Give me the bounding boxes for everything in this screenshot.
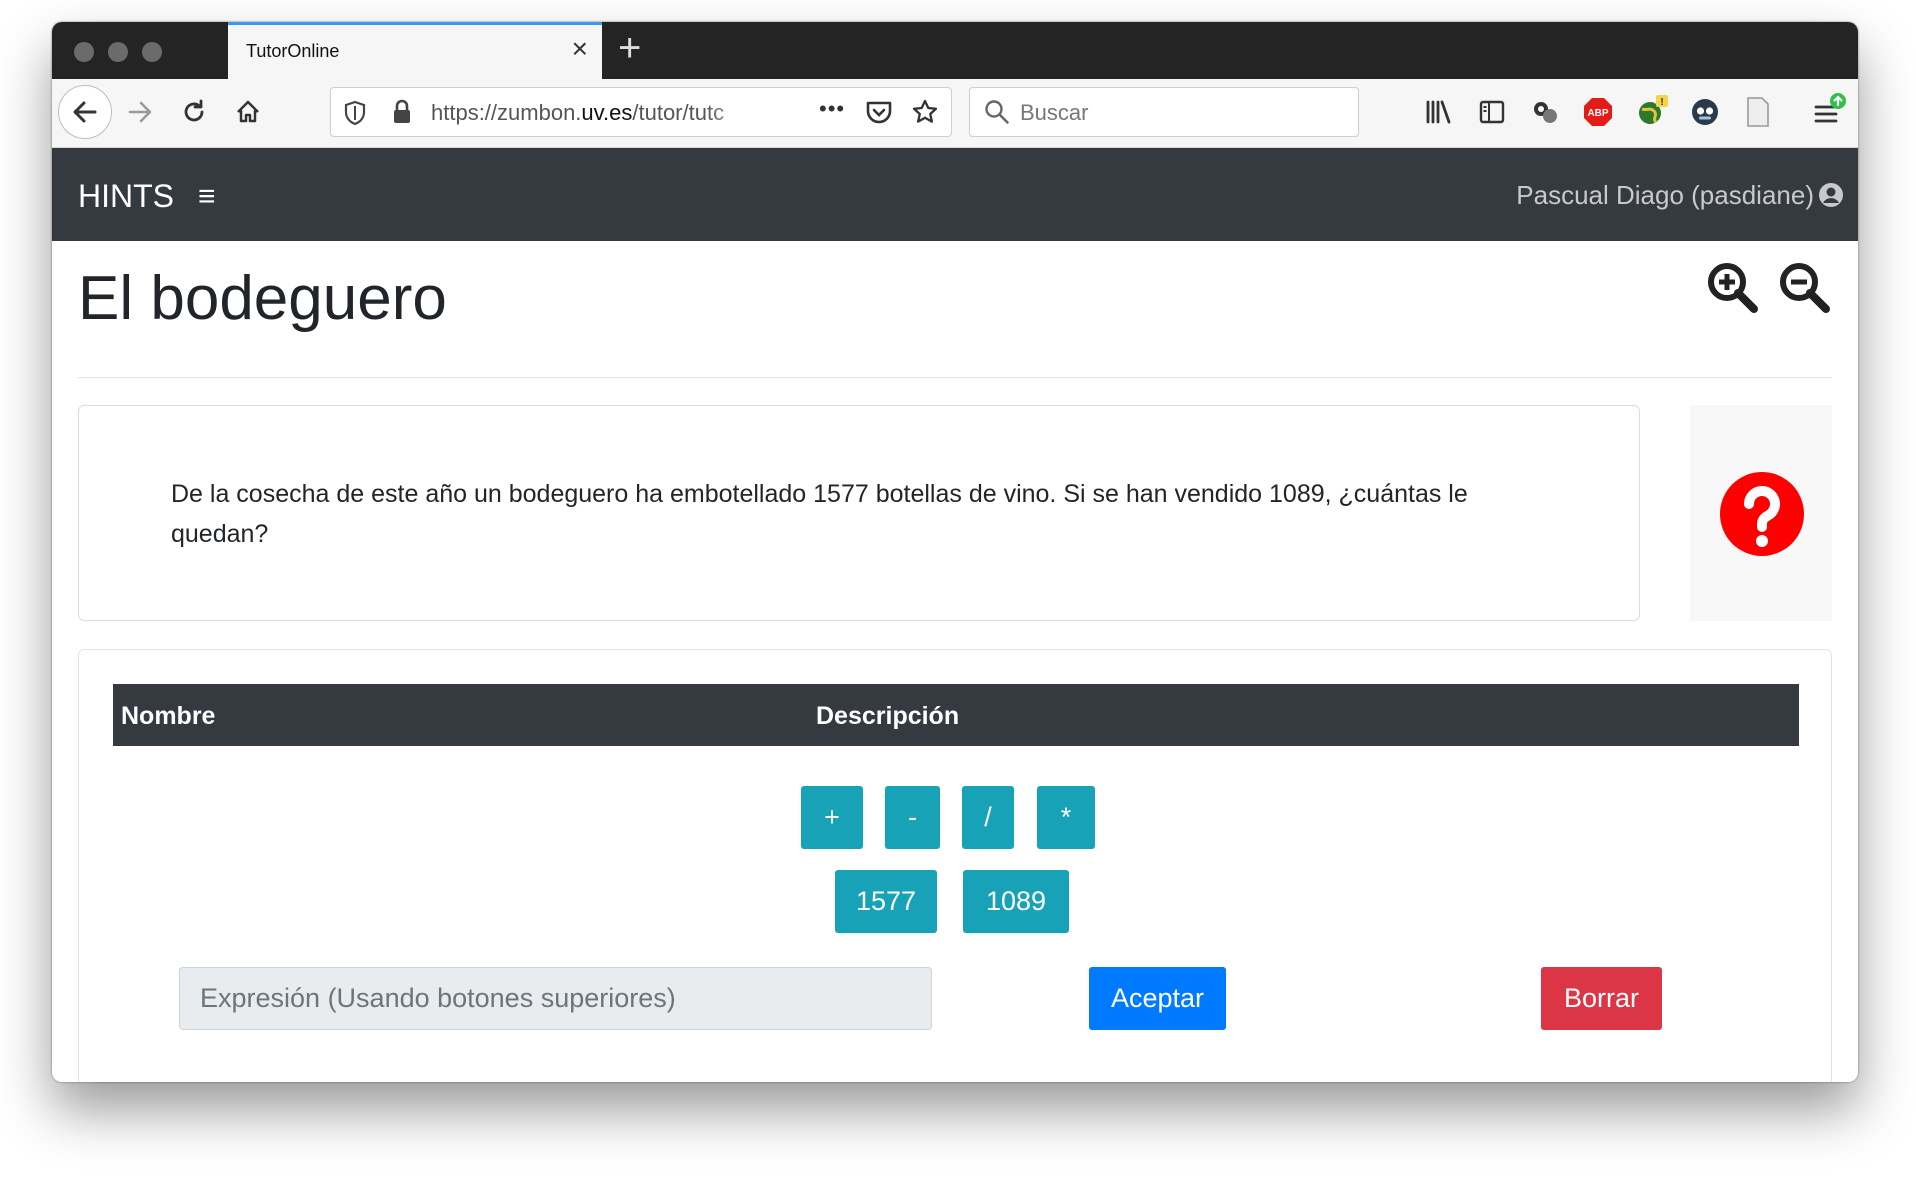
globe-extension-icon[interactable]: ! <box>1636 93 1670 127</box>
home-icon <box>237 100 259 123</box>
bookmark-star-icon[interactable] <box>911 98 939 126</box>
search-placeholder: Buscar <box>1020 100 1089 125</box>
shield-icon[interactable] <box>343 100 367 126</box>
library-icon[interactable] <box>1424 98 1454 126</box>
navigation-bar: https://zumbon.uv.es/tutor/tutc ••• Busc… <box>52 79 1858 148</box>
brand-logo[interactable]: HINTS <box>78 178 174 215</box>
search-icon <box>985 100 1009 124</box>
divider <box>78 377 1832 378</box>
window-close-dot[interactable] <box>74 42 94 62</box>
operator-minus-button[interactable]: - <box>885 786 940 849</box>
operator-divide-button[interactable]: / <box>962 786 1014 849</box>
reader-view-icon[interactable] <box>1744 96 1772 128</box>
user-name[interactable]: Pascual Diago (pasdiane) <box>1516 180 1814 211</box>
window-maximize-dot[interactable] <box>142 42 162 62</box>
ghostery-icon[interactable] <box>1690 97 1720 127</box>
column-header-descripcion: Descripción <box>816 702 960 730</box>
reload-icon <box>184 99 204 122</box>
clear-button[interactable]: Borrar <box>1541 967 1662 1030</box>
hamburger-menu-icon[interactable]: ≡ <box>198 180 216 214</box>
help-question-icon[interactable] <box>1719 471 1805 557</box>
menu-update-icon[interactable] <box>1812 91 1848 129</box>
zoom-in-icon[interactable] <box>1704 259 1760 315</box>
table-header: Nombre Descripción <box>113 684 1799 746</box>
app-header: HINTS ≡ Pascual Diago (pasdiane) <box>52 148 1858 241</box>
sidebar-icon[interactable] <box>1478 99 1506 125</box>
column-header-nombre: Nombre <box>121 702 216 730</box>
forward-arrow-icon <box>128 101 152 123</box>
extension-puzzle-icon[interactable] <box>1530 97 1560 127</box>
browser-window: TutorOnline × + https://zumbon.uv.es/tut… <box>52 22 1858 1082</box>
pocket-icon[interactable] <box>865 99 893 125</box>
svg-text:!: ! <box>1660 97 1663 108</box>
problem-card: De la cosecha de este año un bodeguero h… <box>78 405 1640 621</box>
reload-button[interactable] <box>178 96 210 128</box>
tab-bar: TutorOnline × + <box>52 22 1858 79</box>
page-content: El bodeguero De la cosecha de este año u… <box>52 241 1858 1082</box>
back-button[interactable] <box>58 85 112 139</box>
expression-input[interactable] <box>179 967 932 1030</box>
accept-button[interactable]: Aceptar <box>1089 967 1226 1030</box>
tab-close-button[interactable]: × <box>572 35 588 63</box>
number-button[interactable]: 1089 <box>963 870 1069 933</box>
user-avatar-icon[interactable] <box>1818 182 1844 208</box>
answer-panel: Nombre Descripción + - / * 1577 1089 Ace… <box>78 649 1832 1082</box>
number-button[interactable]: 1577 <box>835 870 937 933</box>
forward-button[interactable] <box>124 96 156 128</box>
home-button[interactable] <box>232 96 264 128</box>
tab-title: TutorOnline <box>246 41 340 61</box>
operator-multiply-button[interactable]: * <box>1037 786 1095 849</box>
window-minimize-dot[interactable] <box>108 42 128 62</box>
adblock-icon[interactable]: ABP <box>1582 96 1614 128</box>
zoom-out-icon[interactable] <box>1776 259 1832 315</box>
help-panel <box>1690 405 1832 621</box>
operator-plus-button[interactable]: + <box>801 786 863 849</box>
url-text[interactable]: https://zumbon.uv.es/tutor/tutc <box>431 100 766 126</box>
browser-tab[interactable]: TutorOnline × <box>228 22 602 79</box>
back-arrow-icon <box>73 101 97 123</box>
search-bar[interactable]: Buscar <box>969 87 1359 137</box>
new-tab-button[interactable]: + <box>618 26 641 70</box>
problem-statement: De la cosecha de este año un bodeguero h… <box>171 480 1468 548</box>
url-bar[interactable]: https://zumbon.uv.es/tutor/tutc ••• <box>330 87 952 137</box>
svg-text:ABP: ABP <box>1587 108 1608 119</box>
lock-icon[interactable] <box>391 99 413 125</box>
page-actions-icon[interactable]: ••• <box>819 96 845 122</box>
page-title: El bodeguero <box>78 264 447 333</box>
